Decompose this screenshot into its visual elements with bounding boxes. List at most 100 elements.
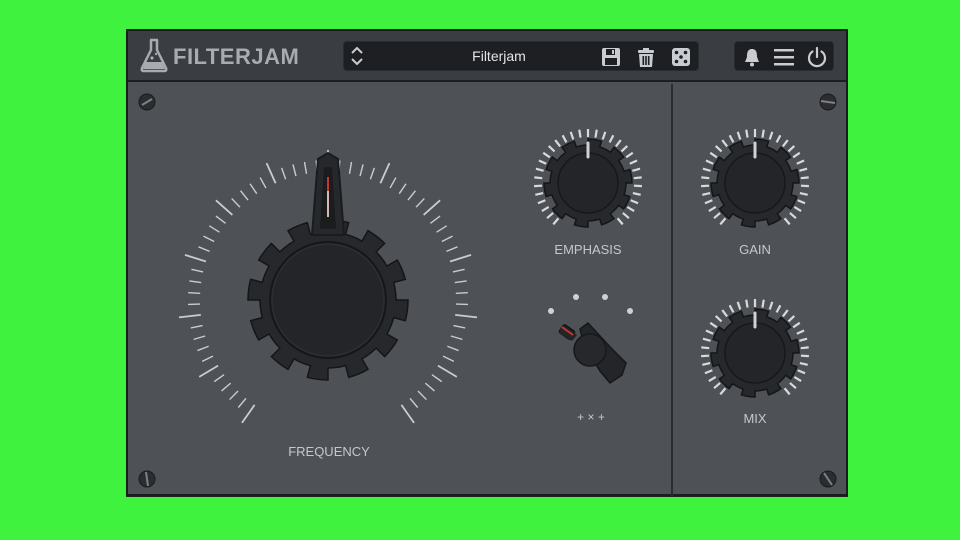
scale-tick [198,364,219,378]
trash-icon[interactable] [635,46,657,68]
scale-tick [626,205,635,213]
scale-tick [535,192,544,196]
mix-label: MIX [743,411,767,426]
scale-tick [454,280,467,284]
frequency-label: FREQUENCY [288,444,370,459]
mode-switch[interactable] [532,287,652,397]
scale-tick [702,362,711,366]
scale-tick [415,197,425,208]
scale-tick [265,162,277,184]
top-bar: FILTERJAM Filterjam [128,31,846,82]
scale-tick [424,382,435,392]
scale-tick [799,362,808,366]
scale-tick [441,235,453,243]
plugin-window: FILTERJAM Filterjam FREQUENCY EMPHASIS +… [126,29,848,496]
scale-tick [379,162,391,184]
scale-tick [714,145,723,153]
scale-tick [796,329,805,335]
scale-tick [789,382,797,390]
scale-tick [450,335,463,341]
scale-tick [709,321,718,329]
scale-tick [552,217,560,226]
emphasis-label: EMPHASIS [554,242,622,257]
scale-tick [249,183,258,195]
scale-tick [736,131,742,140]
scale-tick [625,151,634,159]
scale-tick [787,315,796,323]
dice-icon[interactable] [670,46,692,68]
scale-tick [728,304,735,313]
scale-tick [708,375,717,383]
scale-tick [702,337,711,342]
scale-tick [800,176,809,180]
scale-tick [198,246,210,253]
scale-tick [436,225,448,233]
scale-tick [783,217,791,226]
gain-label: GAIN [739,242,771,257]
scale-tick [189,280,202,284]
scale-tick [632,192,641,196]
scale-tick [369,167,376,180]
scale-tick [561,134,568,143]
frequency-knob[interactable] [148,121,508,441]
scale-tick [761,299,765,308]
bell-icon[interactable] [741,46,763,68]
scale-tick [792,151,801,159]
scale-tick [554,139,561,148]
scale-tick [542,151,551,159]
scale-tick [455,313,478,319]
scale-tick [787,145,796,153]
scale-tick [431,374,443,383]
hamburger-menu-icon[interactable] [773,46,795,68]
scale-tick [799,167,808,172]
scale-tick [797,199,806,205]
mix-knob[interactable] [695,293,815,413]
scale-tick [629,159,638,165]
scale-tick [615,139,622,148]
scale-tick [708,205,717,213]
scale-tick [215,215,226,224]
scale-tick [447,345,459,352]
scale-tick [775,304,782,313]
scale-tick [702,167,711,172]
scale-tick [303,161,308,174]
emphasis-knob[interactable] [528,123,648,243]
scale-tick [620,145,629,153]
scale-tick [797,369,806,375]
scale-tick [449,254,472,263]
scale-tick [704,369,713,375]
scale-tick [768,131,774,140]
scale-tick [221,382,232,392]
scale-tick [398,183,407,195]
scale-tick [796,159,805,165]
gain-knob[interactable] [695,123,815,243]
brand-name: FILTERJAM [173,44,300,69]
scale-tick [728,134,735,143]
scale-tick [400,404,415,424]
scale-tick [417,390,427,401]
scale-tick [594,129,598,138]
mode-switch-label: + × + [577,410,605,424]
save-icon[interactable] [600,46,622,68]
scale-tick [705,159,714,165]
scale-tick [409,397,419,408]
scale-tick [616,217,624,226]
scale-tick [197,345,209,352]
preset-name[interactable]: Filterjam [404,48,594,64]
scale-tick [191,268,204,273]
scale-tick [745,129,749,138]
scale-tick [783,387,791,396]
screw [137,469,157,489]
scale-tick [537,199,546,205]
up-down-arrows-icon[interactable] [350,44,364,68]
scale-tick [578,129,582,138]
power-icon[interactable] [806,46,828,68]
scale-tick [701,176,710,180]
scale-tick [348,161,353,174]
scale-tick [793,375,802,383]
scale-tick [569,131,575,140]
scale-tick [430,215,441,224]
scale-tick [193,335,206,341]
scale-tick [241,404,256,424]
scale-tick [423,199,441,216]
